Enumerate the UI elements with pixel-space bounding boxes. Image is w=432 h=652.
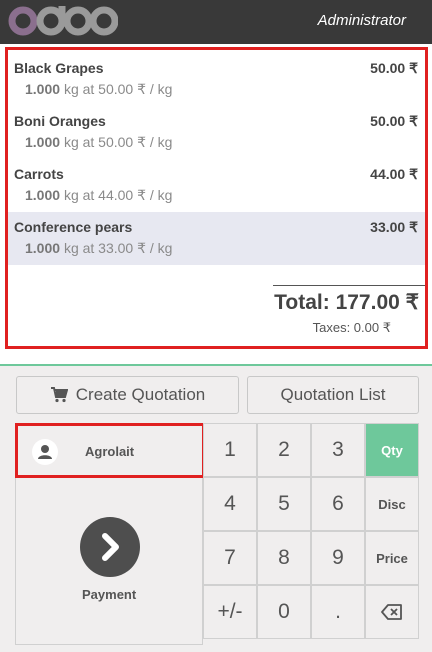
odoo-logo <box>8 6 118 36</box>
line-unit-info: kg at 44.00 ₹ / kg <box>63 187 173 203</box>
shopping-cart-icon <box>50 387 68 403</box>
create-quotation-button[interactable]: Create Quotation <box>16 376 239 414</box>
product-name: Conference pears <box>14 219 133 235</box>
orderline[interactable]: Carrots 44.00 ₹ 1.000 kg at 44.00 ₹ / kg <box>8 159 425 212</box>
line-qty: 1.000 <box>25 134 61 150</box>
payment-label: Payment <box>82 587 137 602</box>
line-info: 1.000 kg at 44.00 ₹ / kg <box>25 187 172 204</box>
line-unit-info: kg at 33.00 ₹ / kg <box>63 240 173 256</box>
line-price: 50.00 ₹ <box>370 60 418 76</box>
line-qty: 1.000 <box>25 187 61 203</box>
numpad-key-2[interactable]: 2 <box>257 423 311 477</box>
line-unit-info: kg at 50.00 ₹ / kg <box>63 134 173 150</box>
order-taxes: Taxes: 0.00 ₹ <box>312 320 391 335</box>
product-name: Carrots <box>14 166 64 182</box>
numpad-key-9[interactable]: 9 <box>311 531 365 585</box>
backspace-button[interactable] <box>365 585 419 639</box>
numpad-key-sign[interactable]: +/- <box>203 585 257 639</box>
line-price: 50.00 ₹ <box>370 113 418 129</box>
mode-price-button[interactable]: Price <box>365 531 419 585</box>
line-qty: 1.000 <box>25 240 61 256</box>
orderline-selected[interactable]: Conference pears 33.00 ₹ 1.000 kg at 33.… <box>8 212 425 265</box>
top-bar: Administrator <box>0 0 432 44</box>
customer-name: Agrolait <box>85 444 135 459</box>
order-total: Total: 177.00 ₹ <box>274 291 419 314</box>
numpad-key-1[interactable]: 1 <box>203 423 257 477</box>
numpad-key-8[interactable]: 8 <box>257 531 311 585</box>
numpad-key-6[interactable]: 6 <box>311 477 365 531</box>
user-icon <box>38 445 52 459</box>
product-name: Black Grapes <box>14 60 104 76</box>
numpad-key-4[interactable]: 4 <box>203 477 257 531</box>
backspace-icon <box>381 604 402 620</box>
numpad-key-0[interactable]: 0 <box>257 585 311 639</box>
numpad-key-5[interactable]: 5 <box>257 477 311 531</box>
orderline[interactable]: Black Grapes 50.00 ₹ 1.000 kg at 50.00 ₹… <box>8 53 425 106</box>
customer-button[interactable]: Agrolait <box>15 423 205 478</box>
quotation-list-label: Quotation List <box>280 385 386 404</box>
numpad-key-3[interactable]: 3 <box>311 423 365 477</box>
numpad-key-dot[interactable]: . <box>311 585 365 639</box>
quotation-list-button[interactable]: Quotation List <box>247 376 419 414</box>
orderline[interactable]: Boni Oranges 50.00 ₹ 1.000 kg at 50.00 ₹… <box>8 106 425 159</box>
line-info: 1.000 kg at 50.00 ₹ / kg <box>25 134 172 151</box>
chevron-right-icon <box>102 533 119 561</box>
create-quotation-label: Create Quotation <box>75 385 206 404</box>
order-panel: Black Grapes 50.00 ₹ 1.000 kg at 50.00 ₹… <box>5 47 428 349</box>
mode-qty-button[interactable]: Qty <box>365 423 419 477</box>
line-info: 1.000 kg at 33.00 ₹ / kg <box>25 240 172 257</box>
mode-disc-button[interactable]: Disc <box>365 477 419 531</box>
user-name[interactable]: Administrator <box>318 12 406 29</box>
total-divider <box>273 285 425 286</box>
line-unit-info: kg at 50.00 ₹ / kg <box>63 81 173 97</box>
line-info: 1.000 kg at 50.00 ₹ / kg <box>25 81 172 98</box>
line-price: 44.00 ₹ <box>370 166 418 182</box>
line-qty: 1.000 <box>25 81 61 97</box>
numpad-key-7[interactable]: 7 <box>203 531 257 585</box>
avatar <box>32 439 58 465</box>
line-price: 33.00 ₹ <box>370 219 418 235</box>
product-name: Boni Oranges <box>14 113 106 129</box>
payment-button[interactable] <box>80 517 140 577</box>
